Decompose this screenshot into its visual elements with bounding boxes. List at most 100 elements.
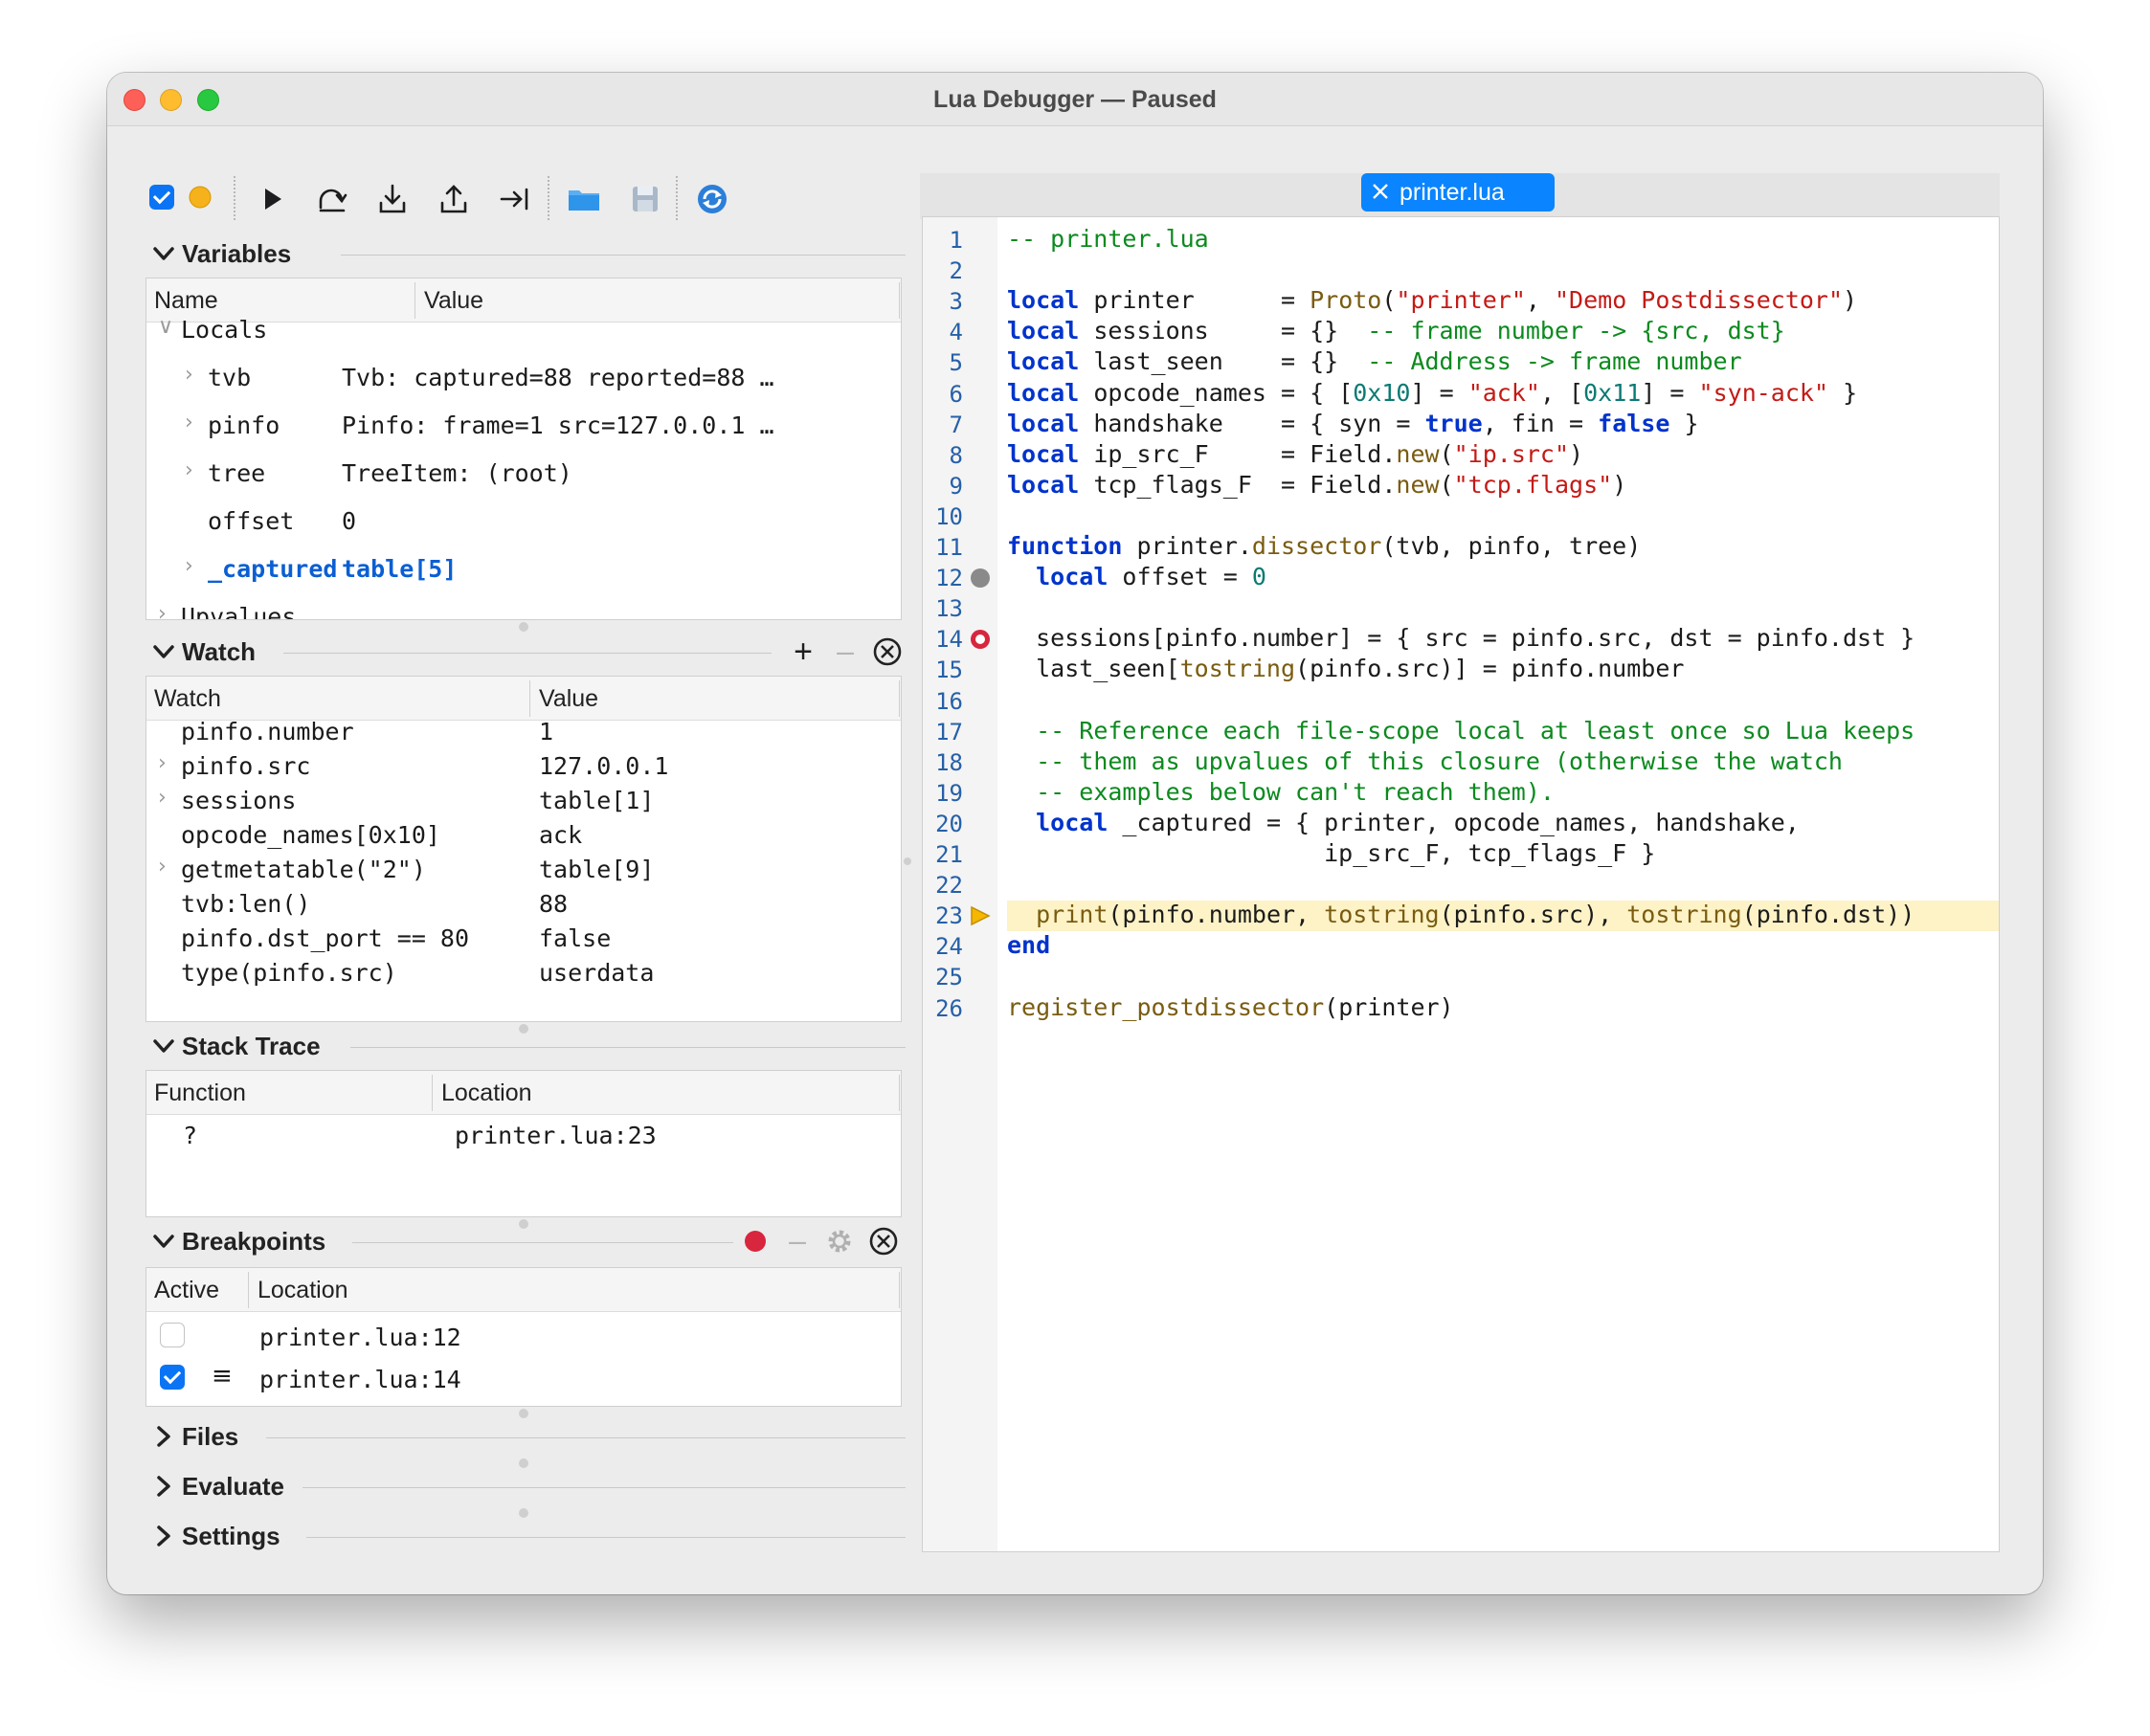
enable-debugger-checkbox[interactable] [149, 185, 184, 219]
step-into-button[interactable] [375, 182, 410, 216]
line-number[interactable]: 15 [930, 657, 963, 683]
code-line[interactable]: -- them as upvalues of this closure (oth… [1007, 747, 1999, 778]
column-active[interactable]: Active [154, 1277, 219, 1304]
code-line[interactable] [1007, 593, 1999, 624]
line-number[interactable]: 14 [930, 626, 963, 653]
line-number[interactable]: 17 [930, 719, 963, 746]
line-number[interactable]: 5 [930, 349, 963, 376]
code-line[interactable]: local offset = 0 [1007, 563, 1999, 593]
breakpoint-active-checkbox[interactable] [160, 1365, 185, 1390]
remove-watch-button[interactable]: – [829, 634, 862, 668]
variable-row[interactable]: › tvb Tvb: captured=88 reported=88 … [146, 361, 901, 395]
chevron-right-icon[interactable]: › [158, 786, 167, 810]
line-number[interactable]: 25 [930, 964, 963, 990]
step-over-button[interactable] [314, 182, 348, 216]
code-line[interactable]: local printer = Proto("printer", "Demo P… [1007, 286, 1999, 317]
line-number[interactable]: 4 [930, 319, 963, 345]
code-line[interactable]: local last_seen = {} -- Address -> frame… [1007, 347, 1999, 378]
code-line[interactable]: print(pinfo.number, tostring(pinfo.src),… [1007, 901, 1999, 932]
line-number[interactable]: 10 [930, 503, 963, 530]
watch-row[interactable]: opcode_names[0x10] ack [146, 818, 901, 853]
settings-section-header[interactable]: Settings [149, 1520, 906, 1554]
line-number[interactable]: 18 [930, 749, 963, 776]
watch-row[interactable]: › getmetatable("2") table[9] [146, 853, 901, 887]
code-line[interactable]: ip_src_F, tcp_flags_F } [1007, 839, 1999, 870]
line-number[interactable]: 9 [930, 473, 963, 500]
code-line[interactable]: local tcp_flags_F = Field.new("tcp.flags… [1007, 471, 1999, 501]
line-number[interactable]: 11 [930, 534, 963, 561]
watch-row[interactable]: type(pinfo.src) userdata [146, 956, 901, 990]
code-line[interactable]: sessions[pinfo.number] = { src = pinfo.s… [1007, 624, 1999, 655]
code-line[interactable]: last_seen[tostring(pinfo.src)] = pinfo.n… [1007, 655, 1999, 685]
line-number[interactable]: 22 [930, 872, 963, 899]
line-number[interactable]: 19 [930, 780, 963, 807]
column-value[interactable]: Value [424, 287, 483, 315]
code-line[interactable]: local sessions = {} -- frame number -> {… [1007, 317, 1999, 347]
watch-row[interactable]: pinfo.number 1 [146, 715, 901, 749]
line-number[interactable]: 2 [930, 257, 963, 284]
watch-row[interactable]: › sessions table[1] [146, 784, 901, 818]
line-number[interactable]: 16 [930, 688, 963, 715]
chevron-right-icon[interactable]: › [158, 855, 167, 879]
code-line[interactable]: local opcode_names = { [0x10] = "ack", [… [1007, 379, 1999, 410]
variables-section-header[interactable]: Variables [149, 237, 906, 272]
column-function[interactable]: Function [154, 1079, 246, 1107]
code-line[interactable]: -- printer.lua [1007, 225, 1999, 256]
line-number[interactable]: 1 [930, 227, 963, 254]
breakpoints-section-header[interactable]: Breakpoints – [149, 1223, 906, 1259]
add-watch-button[interactable]: + [787, 634, 819, 670]
column-value[interactable]: Value [539, 685, 598, 713]
gear-icon[interactable] [823, 1225, 856, 1257]
column-location[interactable]: Location [441, 1079, 532, 1107]
line-number[interactable]: 24 [930, 933, 963, 960]
line-number[interactable]: 8 [930, 442, 963, 469]
chevron-down-icon[interactable]: ∨ [158, 315, 173, 339]
stack-trace-section-header[interactable]: Stack Trace [149, 1030, 906, 1064]
code-line[interactable]: local ip_src_F = Field.new("ip.src") [1007, 440, 1999, 471]
remove-breakpoint-button[interactable]: – [781, 1223, 814, 1257]
line-number[interactable]: 21 [930, 841, 963, 868]
breakpoint-row[interactable]: printer.lua:12 [146, 1318, 901, 1356]
line-number[interactable]: 20 [930, 811, 963, 837]
variable-row[interactable]: offset 0 [146, 504, 901, 539]
line-number[interactable]: 26 [930, 995, 963, 1022]
toggle-all-breakpoints-icon[interactable] [739, 1225, 772, 1257]
files-section-header[interactable]: Files [149, 1420, 906, 1455]
reload-button[interactable] [695, 182, 729, 216]
code-editor[interactable]: 1 -- printer.lua 2 3 local printer = Proto("… [922, 216, 2000, 1552]
code-line[interactable]: -- Reference each file-scope local at le… [1007, 717, 1999, 747]
code-line[interactable] [1007, 501, 1999, 532]
code-line[interactable] [1007, 870, 1999, 901]
clear-watches-icon[interactable] [871, 635, 904, 668]
breakpoint-row[interactable]: ≡ printer.lua:14 [146, 1360, 901, 1398]
condition-icon[interactable]: ≡ [212, 1362, 233, 1391]
variable-row[interactable]: › pinfo Pinfo: frame=1 src=127.0.0.1 … [146, 409, 901, 443]
continue-button[interactable] [255, 182, 289, 216]
chevron-right-icon[interactable]: › [185, 554, 193, 578]
code-line[interactable]: function printer.dissector(tvb, pinfo, t… [1007, 532, 1999, 563]
code-line[interactable]: register_postdissector(printer) [1007, 993, 1999, 1024]
code-line[interactable] [1007, 962, 1999, 992]
watch-row[interactable]: › pinfo.src 127.0.0.1 [146, 749, 901, 784]
variable-row[interactable]: ∨ Locals [146, 313, 901, 347]
watch-row[interactable]: tvb:len() 88 [146, 887, 901, 922]
disabled-breakpoint-icon[interactable] [969, 567, 992, 590]
save-file-button[interactable] [628, 182, 662, 216]
code-line[interactable]: -- examples below can't reach them). [1007, 778, 1999, 809]
close-tab-icon[interactable] [1369, 180, 1392, 203]
run-to-line-button[interactable] [498, 182, 532, 216]
column-location[interactable]: Location [258, 1277, 348, 1304]
open-file-button[interactable] [567, 182, 601, 216]
stack-frame-row[interactable]: ? printer.lua:23 [146, 1119, 901, 1153]
code-line[interactable]: end [1007, 931, 1999, 962]
line-number[interactable]: 6 [930, 381, 963, 408]
watch-row[interactable]: pinfo.dst_port == 80 false [146, 922, 901, 956]
splitter-handle[interactable] [904, 857, 911, 865]
chevron-right-icon[interactable]: › [158, 602, 167, 619]
chevron-right-icon[interactable]: › [185, 411, 193, 434]
chevron-right-icon[interactable]: › [185, 458, 193, 482]
line-number[interactable]: 23 [930, 902, 963, 929]
code-line[interactable]: local _captured = { printer, opcode_name… [1007, 809, 1999, 839]
variable-row[interactable]: › tree TreeItem: (root) [146, 456, 901, 491]
line-number[interactable]: 12 [930, 565, 963, 591]
